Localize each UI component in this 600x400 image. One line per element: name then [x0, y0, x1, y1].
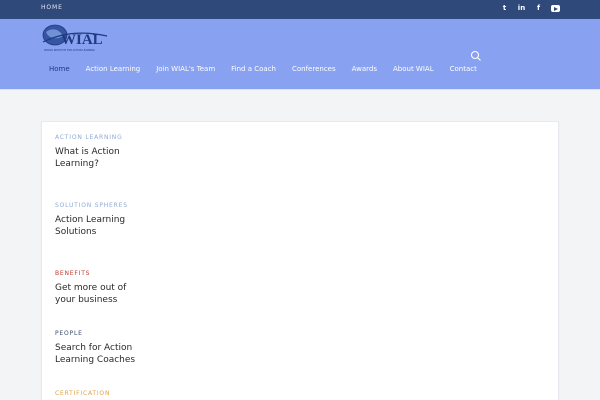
nav-action-learning[interactable]: Action Learning: [78, 64, 149, 78]
post-category[interactable]: ACTION LEARNING: [55, 134, 155, 142]
post-title[interactable]: Search for Action Learning Coaches: [55, 343, 143, 366]
twitter-icon[interactable]: t: [500, 3, 509, 14]
post-item: CERTIFICATION: [55, 390, 155, 398]
post-item: BENEFITS Get more out of your business: [55, 270, 155, 306]
main-nav: Home Action Learning Join WIAL's Team Fi…: [41, 64, 485, 78]
content-card: ACTION LEARNING What is Action Learning?…: [41, 121, 559, 400]
post-item: SOLUTION SPHERES Action Learning Solutio…: [55, 202, 155, 238]
post-category[interactable]: CERTIFICATION: [55, 390, 155, 398]
nav-awards[interactable]: Awards: [344, 64, 385, 78]
nav-find-a-coach[interactable]: Find a Coach: [223, 64, 284, 78]
logo-tagline: WORLD INSTITUTE FOR ACTION LEARNING: [44, 49, 95, 52]
facebook-icon[interactable]: f: [534, 3, 543, 14]
nav-contact[interactable]: Contact: [442, 64, 485, 78]
nav-home[interactable]: Home: [41, 64, 78, 78]
post-item: ACTION LEARNING What is Action Learning?: [55, 134, 155, 170]
wial-logo[interactable]: WIAL WORLD INSTITUTE FOR ACTION LEARNING: [41, 22, 111, 52]
post-category[interactable]: PEOPLE: [55, 330, 155, 338]
header-divider: [0, 89, 600, 90]
post-item: PEOPLE Search for Action Learning Coache…: [55, 330, 155, 366]
post-category[interactable]: SOLUTION SPHERES: [55, 202, 155, 210]
nav-about-wial[interactable]: About WIAL: [385, 64, 442, 78]
home-link[interactable]: HOME: [41, 4, 63, 11]
nav-conferences[interactable]: Conferences: [284, 64, 344, 78]
site-header: WIAL WORLD INSTITUTE FOR ACTION LEARNING…: [0, 19, 600, 89]
post-category[interactable]: BENEFITS: [55, 270, 155, 278]
social-links: t in f: [500, 3, 560, 14]
post-title[interactable]: Get more out of your business: [55, 283, 143, 306]
linkedin-icon[interactable]: in: [517, 3, 526, 14]
logo-text: WIAL: [61, 32, 103, 48]
post-title[interactable]: What is Action Learning?: [55, 147, 143, 170]
youtube-icon[interactable]: [551, 5, 560, 12]
search-icon[interactable]: [470, 50, 482, 62]
post-title[interactable]: Action Learning Solutions: [55, 215, 143, 238]
nav-join-wials-team[interactable]: Join WIAL's Team: [148, 64, 223, 78]
top-bar: HOME t in f: [0, 0, 600, 19]
